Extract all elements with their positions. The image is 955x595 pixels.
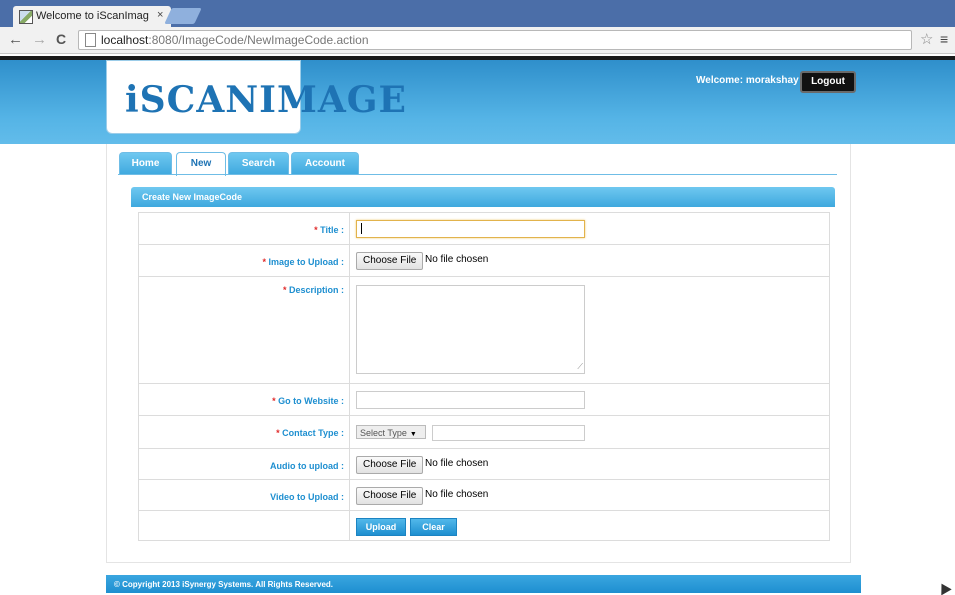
title-cell (349, 212, 830, 245)
website-input[interactable] (356, 391, 585, 409)
title-input[interactable] (356, 220, 585, 238)
browser-tab-title: Welcome to iScanImag (36, 10, 149, 22)
website-label-text: Go to Website : (278, 396, 344, 406)
welcome-text: Welcome: morakshay (696, 75, 799, 86)
panel-title: Create New ImageCode (131, 187, 835, 207)
browser-tab[interactable]: Welcome to iScanImag × (13, 6, 171, 27)
form-row-video: Video to Upload : Choose File No file ch… (138, 479, 830, 511)
contact-cell: Select Type ▼ (349, 415, 830, 449)
text-caret (361, 223, 362, 234)
site-logo: iSCANIMAGE (125, 79, 407, 121)
description-label: * Description : (138, 276, 350, 384)
site-footer: © Copyright 2013 iSynergy Systems. All R… (106, 575, 861, 593)
image-file-status: No file chosen (425, 254, 489, 265)
contact-label-text: Contact Type : (282, 428, 344, 438)
video-label: Video to Upload : (138, 479, 350, 511)
clear-button[interactable]: Clear (410, 518, 457, 536)
close-tab-icon[interactable]: × (157, 9, 163, 21)
image-label-text: Image to Upload : (268, 257, 344, 267)
new-tab-button[interactable] (164, 8, 202, 24)
dropdown-arrow-icon: ▼ (409, 431, 417, 438)
title-label-text: Title : (320, 225, 344, 235)
audio-label-text: Audio to upload : (270, 461, 344, 471)
url-field[interactable]: localhost:8080/ImageCode/NewImageCode.ac… (78, 30, 912, 50)
description-cell: ⟋ (349, 276, 830, 384)
page-icon (85, 33, 96, 47)
form-row-title: * Title : (138, 212, 830, 245)
audio-choose-file-button[interactable]: Choose File (356, 456, 424, 474)
form-row-audio: Audio to upload : Choose File No file ch… (138, 448, 830, 480)
tab-new[interactable]: New (176, 152, 226, 176)
tab-account[interactable]: Account (291, 152, 359, 175)
url-path: :8080/ImageCode/NewImageCode.action (148, 33, 369, 47)
create-imagecode-panel: Create New ImageCode * Title : * Image t… (131, 187, 835, 548)
back-arrow-icon[interactable]: ← (8, 31, 23, 48)
tab-underline (118, 174, 837, 175)
video-file-status: No file chosen (425, 489, 489, 500)
resize-grip-icon[interactable]: ⟋ (577, 362, 583, 372)
contact-select-value: Select Type (360, 428, 407, 438)
browser-tab-bar: Welcome to iScanImag × (0, 0, 955, 27)
form-row-contact: * Contact Type : Select Type ▼ (138, 415, 830, 449)
tab-home[interactable]: Home (119, 152, 172, 175)
contact-label: * Contact Type : (138, 415, 350, 449)
reload-icon[interactable]: C (56, 31, 66, 47)
form-row-description: * Description : ⟋ (138, 276, 830, 384)
url-host: localhost (101, 33, 149, 47)
form-row-website: * Go to Website : (138, 383, 830, 416)
actions-cell: Upload Clear (349, 510, 830, 541)
url-text: localhost:8080/ImageCode/NewImageCode.ac… (101, 33, 369, 47)
audio-label: Audio to upload : (138, 448, 350, 480)
site-header: iSCANIMAGE Welcome: morakshay Logout (0, 56, 955, 144)
image-cell: Choose File No file chosen (349, 244, 830, 277)
address-bar: ← → C localhost:8080/ImageCode/NewImageC… (0, 27, 955, 54)
upload-button[interactable]: Upload (356, 518, 406, 536)
bookmark-star-icon[interactable]: ☆ (920, 30, 933, 48)
form-row-actions: Upload Clear (138, 510, 830, 541)
contact-type-select[interactable]: Select Type ▼ (356, 425, 426, 439)
logo-box: iSCANIMAGE (106, 60, 406, 134)
website-cell (349, 383, 830, 416)
description-label-text: Description : (288, 285, 344, 295)
image-favicon-icon (19, 10, 33, 24)
form-row-image: * Image to Upload : Choose File No file … (138, 244, 830, 277)
forward-arrow-icon[interactable]: → (32, 31, 47, 48)
audio-file-status: No file chosen (425, 458, 489, 469)
video-choose-file-button[interactable]: Choose File (356, 487, 424, 505)
audio-cell: Choose File No file chosen (349, 448, 830, 480)
actions-label-cell (138, 510, 350, 541)
browser-menu-icon[interactable]: ≡ (940, 31, 948, 47)
image-choose-file-button[interactable]: Choose File (356, 252, 424, 270)
title-label: * Title : (138, 212, 350, 245)
contact-input[interactable] (432, 425, 585, 441)
tab-search[interactable]: Search (228, 152, 289, 175)
logout-button[interactable]: Logout (800, 71, 856, 93)
description-textarea[interactable]: ⟋ (356, 285, 585, 374)
website-label: * Go to Website : (138, 383, 350, 416)
form-table: * Title : * Image to Upload : Choose Fil… (138, 212, 830, 541)
video-label-text: Video to Upload : (270, 492, 344, 502)
video-cell: Choose File No file chosen (349, 479, 830, 511)
image-label: * Image to Upload : (138, 244, 350, 277)
